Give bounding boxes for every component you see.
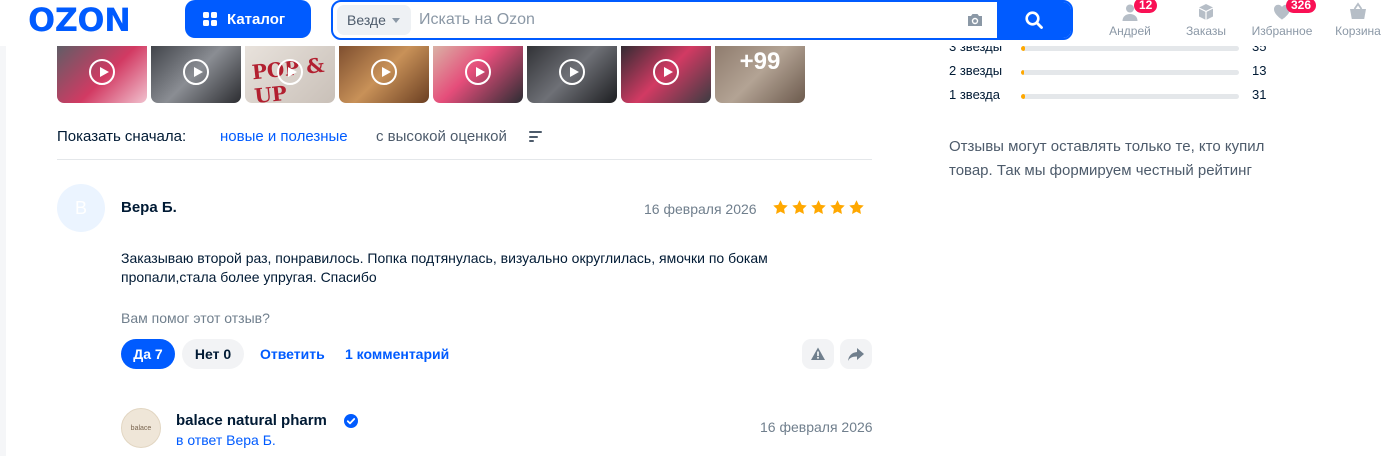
rating-bar-track <box>1021 70 1239 75</box>
rating-bar-fill <box>1021 46 1026 51</box>
cart-icon <box>1350 2 1366 19</box>
search-scope-select[interactable]: Везде <box>337 5 411 35</box>
search-scope-value: Везде <box>347 12 386 28</box>
media-more-count: +99 <box>739 48 781 75</box>
play-icon <box>183 59 209 85</box>
sort-option-new-useful[interactable]: новые и полезные <box>220 128 348 145</box>
seller-avatar-logo-text: balace <box>130 424 152 432</box>
reviewer-name: Вера Б. <box>121 199 177 216</box>
star-icon <box>792 200 807 215</box>
reviews-policy-note: Отзывы могут оставлять только те, кто ку… <box>949 138 1265 179</box>
play-icon <box>89 59 115 85</box>
favorites-badge: 326 <box>1286 0 1317 13</box>
media-thumb[interactable] <box>151 42 241 103</box>
rating-row[interactable]: 1 звезда 31 <box>949 87 1279 105</box>
helpful-question: Вам помог этот отзыв? <box>121 310 270 326</box>
comments-link[interactable]: 1 комментарий <box>345 346 449 362</box>
chevron-down-icon <box>391 17 400 23</box>
star-icon <box>773 200 788 215</box>
media-thumb[interactable] <box>621 42 711 103</box>
camera-icon[interactable] <box>965 11 985 29</box>
rating-bar-fill <box>1021 70 1025 75</box>
review-date: 16 февраля 2026 <box>644 201 757 217</box>
star-icon <box>849 200 864 215</box>
seller-reply-date: 16 февраля 2026 <box>760 419 873 435</box>
review-text: Заказываю второй раз, понравилось. Попка… <box>121 250 768 285</box>
rating-bar-fill <box>1021 94 1026 99</box>
nav-cart-label: Корзина <box>1335 24 1381 38</box>
box-icon <box>1198 4 1214 20</box>
search-input[interactable] <box>419 8 939 32</box>
play-icon <box>559 59 585 85</box>
nav-orders-label: Заказы <box>1185 24 1227 38</box>
share-arrow-icon <box>848 348 864 361</box>
play-icon <box>465 59 491 85</box>
play-icon <box>277 59 303 85</box>
play-icon <box>371 59 397 85</box>
media-thumb[interactable] <box>527 42 617 103</box>
search-bar: Везде <box>331 0 1073 40</box>
star-icon <box>811 200 826 215</box>
seller-reply-to-link[interactable]: в ответ Вера Б. <box>176 432 276 448</box>
rating-bar-track <box>1021 46 1239 51</box>
reply-link[interactable]: Ответить <box>260 346 325 362</box>
search-icon <box>1025 11 1043 29</box>
nav-orders[interactable]: Заказы <box>1170 2 1242 42</box>
star-icon <box>830 200 845 215</box>
seller-name[interactable]: balace natural pharm <box>176 412 327 429</box>
media-thumb[interactable] <box>339 42 429 103</box>
helpful-no-button[interactable]: Нет 0 <box>182 339 244 369</box>
nav-favorites-label: Избранное <box>1251 24 1313 38</box>
media-thumb[interactable] <box>57 42 147 103</box>
play-icon <box>653 59 679 85</box>
sort-icon[interactable] <box>529 131 542 142</box>
media-thumb[interactable] <box>433 42 523 103</box>
review-rating-stars <box>772 199 865 216</box>
rating-row-count: 31 <box>1252 87 1267 102</box>
ozon-logo[interactable]: OZON <box>28 1 131 39</box>
verified-check-icon <box>344 414 358 428</box>
sort-title: Показать сначала: <box>57 128 187 145</box>
catalog-label: Каталог <box>227 10 286 28</box>
search-button[interactable] <box>997 2 1071 38</box>
nav-profile-label: Андрей <box>1109 24 1151 38</box>
top-header: OZON Каталог Везде 12 Андрей <box>0 0 1400 46</box>
rating-row-count: 13 <box>1252 63 1267 78</box>
helpful-yes-button[interactable]: Да 7 <box>121 339 175 369</box>
rating-bar-track <box>1021 94 1239 99</box>
reviewer-avatar: В <box>57 184 105 232</box>
page-left-edge <box>0 46 6 456</box>
seller-avatar: balace <box>121 408 161 448</box>
profile-badge: 12 <box>1134 0 1158 13</box>
rating-row[interactable]: 2 звезды 13 <box>949 63 1279 81</box>
rating-row-label: 2 звезды <box>949 63 1003 78</box>
catalog-button[interactable]: Каталог <box>185 0 311 38</box>
rating-row-label: 1 звезда <box>949 87 1000 102</box>
share-button[interactable] <box>840 339 872 369</box>
warning-icon <box>811 347 825 360</box>
nav-profile[interactable]: 12 Андрей <box>1094 0 1166 42</box>
media-more-thumb[interactable]: +99 <box>715 42 805 103</box>
report-button[interactable] <box>802 339 834 369</box>
grid-icon <box>203 12 217 26</box>
nav-favorites[interactable]: 326 Избранное <box>1246 0 1318 42</box>
media-thumb[interactable]: POP & UP <box>245 42 335 103</box>
review-media-strip: POP & UP +99 <box>57 42 805 103</box>
nav-cart[interactable]: Корзина <box>1322 2 1394 42</box>
sort-option-high-rating[interactable]: с высокой оценкой <box>376 128 507 145</box>
sort-bar: Показать сначала: новые и полезные с выс… <box>57 127 872 160</box>
